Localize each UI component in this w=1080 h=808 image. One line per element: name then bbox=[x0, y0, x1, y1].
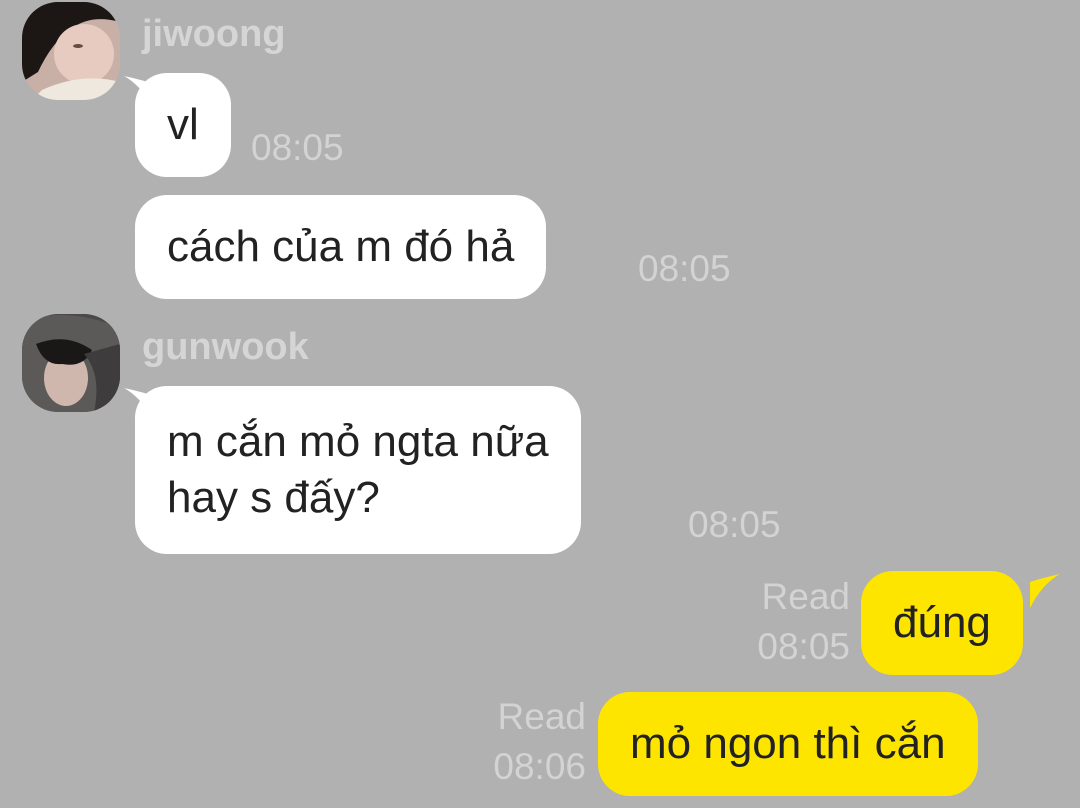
message-text-line: m cắn mỏ ngta nữa bbox=[167, 417, 549, 466]
message-meta: Read 08:06 bbox=[493, 692, 586, 792]
avatar-jiwoong[interactable] bbox=[22, 2, 120, 100]
message-bubble[interactable]: mỏ ngon thì cắn bbox=[598, 692, 978, 796]
message-time: 08:05 bbox=[757, 626, 850, 667]
message-text-line: hay s đấy? bbox=[167, 473, 380, 522]
chat-thread: jiwoong vl 08:05 cách của m đó hả 08:05 … bbox=[0, 0, 1080, 808]
message-time: 08:05 bbox=[638, 248, 731, 289]
message-text: đúng bbox=[893, 598, 991, 647]
sender-name: gunwook bbox=[142, 326, 309, 368]
message-bubble[interactable]: đúng bbox=[861, 571, 1023, 675]
message-bubble[interactable]: m cắn mỏ ngta nữa hay s đấy? bbox=[135, 386, 581, 554]
message-bubble[interactable]: cách của m đó hả bbox=[135, 195, 547, 299]
message-text: vl bbox=[167, 100, 199, 149]
read-status: Read bbox=[761, 576, 850, 617]
message-time: 08:06 bbox=[493, 746, 586, 787]
avatar-gunwook[interactable] bbox=[22, 314, 120, 412]
message-text: mỏ ngon thì cắn bbox=[630, 719, 946, 768]
read-status: Read bbox=[497, 696, 586, 737]
bubble-tail bbox=[1030, 574, 1060, 608]
message-bubble[interactable]: vl bbox=[135, 73, 231, 177]
message-time: 08:05 bbox=[688, 504, 781, 545]
sender-name: jiwoong bbox=[142, 13, 286, 55]
message-meta: Read 08:05 bbox=[757, 572, 850, 672]
message-text: cách của m đó hả bbox=[167, 222, 515, 271]
message-time: 08:05 bbox=[251, 127, 344, 168]
